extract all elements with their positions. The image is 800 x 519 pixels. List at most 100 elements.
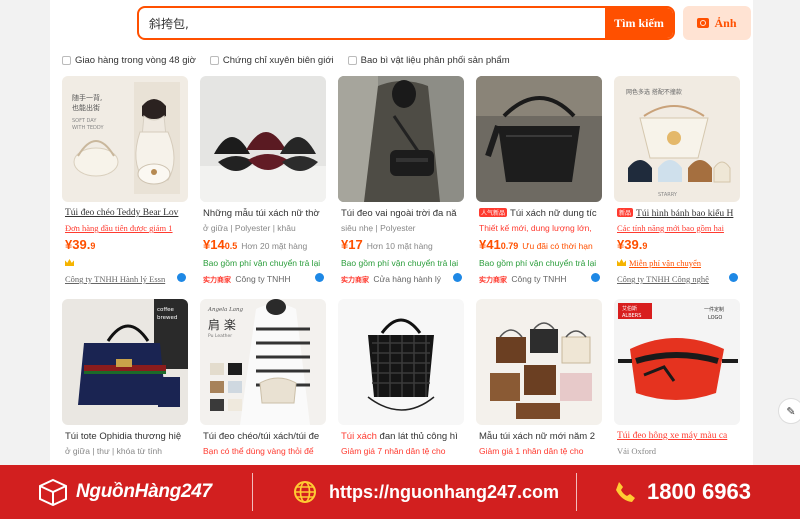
page: Tìm kiếm Ảnh Giao hàng trong vòng 48 giờ… xyxy=(0,0,800,519)
product-attrs: siêu nhẹ | Polyester xyxy=(341,223,416,233)
price-decimal: 9 xyxy=(642,241,648,251)
seller-badge: 实力商家 xyxy=(479,277,507,284)
product-title[interactable]: Túi tote Ophidia thương hiệ xyxy=(65,431,185,442)
sold-count: Hơn 10 mặt hàng xyxy=(366,241,433,251)
price-decimal: 9 xyxy=(90,241,96,251)
seller-name[interactable]: Công ty TNHH Hành lý Essn xyxy=(65,274,175,284)
highlight-keyword: Túi xách xyxy=(341,431,377,442)
checkbox[interactable] xyxy=(62,56,71,65)
banner-brand: NguồnHàng247 xyxy=(0,465,252,519)
product-card[interactable]: 网色多选 搭配不撞款 STARRY 新品 Túi hình bánh bao ki… xyxy=(614,76,740,291)
product-title[interactable]: 人气新品 Túi xách nữ dung tíc xyxy=(479,208,599,219)
banner-url: https://nguonhang247.com xyxy=(329,481,560,502)
product-price: ¥17 Hơn 10 mặt hàng xyxy=(341,237,433,252)
seller-name[interactable]: 实力商家 Công ty TNHH xyxy=(479,274,589,285)
product-desc: Thiết kế mới, dung lượng lớn, xyxy=(479,223,592,233)
product-image[interactable] xyxy=(476,299,602,425)
image-caption: STARRY xyxy=(658,192,678,198)
product-title[interactable]: Túi xách đan lát thủ công hì xyxy=(341,431,461,442)
image-caption: 肩 楽 xyxy=(208,317,236,332)
product-title[interactable]: 新品 Túi hình bánh bao kiểu H xyxy=(617,208,737,219)
product-image[interactable] xyxy=(338,76,464,202)
chat-icon[interactable] xyxy=(315,273,324,282)
price-decimal: 0.79 xyxy=(500,241,519,251)
product-ship: Bao gồm phí vận chuyển trả lại xyxy=(341,258,459,268)
product-promo: Giảm giá 1 nhân dân tệ cho xyxy=(479,446,584,456)
product-card[interactable]: Túi đeo vai ngoài trời đa nă siêu nhẹ | … xyxy=(338,76,464,291)
crown-icon xyxy=(617,259,626,266)
product-attrs: ở giữa | thư | khóa từ tính xyxy=(65,446,162,456)
product-card[interactable]: 人气新品 Túi xách nữ dung tíc Thiết kế mới, d… xyxy=(476,76,602,291)
product-ship: Bao gồm phí vận chuyển trả lại xyxy=(479,258,597,268)
product-card[interactable]: 随手一背, 也能出街 SOFT DAY WITH TEDDY Túi đeo c… xyxy=(62,76,188,291)
filter-48h[interactable]: Giao hàng trong vòng 48 giờ xyxy=(62,55,196,66)
image-caption: ALBERS xyxy=(622,313,641,319)
price-main: 17 xyxy=(348,237,363,252)
banner-brand-name: NguồnHàng247 xyxy=(76,481,212,502)
product-ship: Bao gồm phí vận chuyển trả lại xyxy=(203,258,321,268)
product-promo: Đơn hàng đầu tiên được giảm 1 xyxy=(65,223,173,233)
product-image[interactable]: 随手一背, 也能出街 SOFT DAY WITH TEDDY xyxy=(62,76,188,202)
product-attrs: Vải Oxford xyxy=(617,446,656,456)
product-price: ¥410.79 Ưu đãi có thời hạn xyxy=(479,237,593,252)
product-image[interactable] xyxy=(338,299,464,425)
product-title[interactable]: Túi đeo vai ngoài trời đa nă xyxy=(341,208,461,219)
product-ship: Miễn phí vận chuyển xyxy=(617,258,737,268)
chat-icon[interactable] xyxy=(591,273,600,282)
crown-icon xyxy=(65,259,74,266)
image-caption: Angela Lang xyxy=(207,307,244,313)
product-title[interactable]: Những mẫu túi xách nữ thờ xyxy=(203,208,323,219)
phone-icon xyxy=(616,482,635,502)
product-image[interactable]: Angela Lang 肩 楽 Pu Leather xyxy=(200,299,326,425)
product-image[interactable] xyxy=(200,76,326,202)
seller-name[interactable]: 实力商家 Công ty TNHH xyxy=(203,274,313,285)
price-main: 39. xyxy=(624,237,643,252)
seller-name[interactable]: Công ty TNHH Công nghệ xyxy=(617,274,727,284)
checkbox[interactable] xyxy=(347,56,357,65)
product-title[interactable]: Túi đeo hông xe máy màu ca xyxy=(617,431,737,441)
chat-icon[interactable] xyxy=(729,273,738,282)
product-title[interactable]: Mẫu túi xách nữ mới năm 2 xyxy=(479,431,599,442)
product-tag: 人气新品 xyxy=(479,208,508,217)
search-input[interactable] xyxy=(149,8,599,38)
product-card[interactable]: Những mẫu túi xách nữ thờ ở giữa | Polye… xyxy=(200,76,326,291)
product-image[interactable]: coffee brewed xyxy=(62,299,188,425)
price-main: 41 xyxy=(486,237,501,252)
filter-packaging[interactable]: Bao bì vật liệu phân phối sản phẩm xyxy=(347,55,510,66)
seller-badge: 实力商家 xyxy=(203,277,231,284)
product-image[interactable] xyxy=(476,76,602,202)
banner-hotline[interactable]: 1800 6963 xyxy=(577,465,751,519)
product-ship xyxy=(65,258,185,268)
filter-crossborder[interactable]: Chứng chỉ xuyên biên giới xyxy=(209,55,334,66)
product-image[interactable]: 网色多选 搭配不撞款 STARRY xyxy=(614,76,740,202)
image-caption: 艾伯斯 xyxy=(622,305,637,312)
product-promo: Các tính năng mới bao gồm hai xyxy=(617,223,724,233)
product-image[interactable]: 艾伯斯 ALBERS 一件定制 LOGO xyxy=(614,299,740,425)
image-search-label: Ảnh xyxy=(714,15,737,30)
checkbox[interactable] xyxy=(209,56,219,65)
pen-icon: ✎ xyxy=(786,405,796,418)
product-title[interactable]: Túi đeo chéo/túi xách/túi đe xyxy=(203,431,323,442)
image-caption: Pu Leather xyxy=(208,333,232,339)
search-bar: Tìm kiếm xyxy=(137,6,675,40)
image-caption: coffee xyxy=(157,307,175,313)
product-price: ¥39.9 xyxy=(65,237,96,252)
seller-badge: 实力商家 xyxy=(341,277,369,284)
image-caption: brewed xyxy=(157,315,177,321)
seller-name[interactable]: 实力商家 Cửa hàng hành lý xyxy=(341,274,451,285)
edit-fab[interactable]: ✎ xyxy=(778,398,800,424)
chat-icon[interactable] xyxy=(453,273,462,282)
product-promo: Bạn có thể dùng vàng thỏi để xyxy=(203,446,314,456)
banner-phone: 1800 6963 xyxy=(647,479,751,504)
product-title[interactable]: Túi đeo chéo Teddy Bear Lov xyxy=(65,208,185,218)
product-price: ¥39.9 xyxy=(617,237,648,252)
chat-icon[interactable] xyxy=(177,273,186,282)
product-attrs: ở giữa | Polyester | khâu xyxy=(203,223,296,233)
product-promo: Giảm giá 7 nhân dân tệ cho xyxy=(341,446,446,456)
promo-banner: NguồnHàng247 https://nguonhang247.com 18… xyxy=(0,465,800,519)
image-search-button[interactable]: Ảnh xyxy=(683,6,751,40)
price-main: 39. xyxy=(72,237,91,252)
banner-website[interactable]: https://nguonhang247.com xyxy=(253,465,576,519)
price-decimal: 0.5 xyxy=(224,241,238,251)
search-button[interactable]: Tìm kiếm xyxy=(605,8,673,38)
